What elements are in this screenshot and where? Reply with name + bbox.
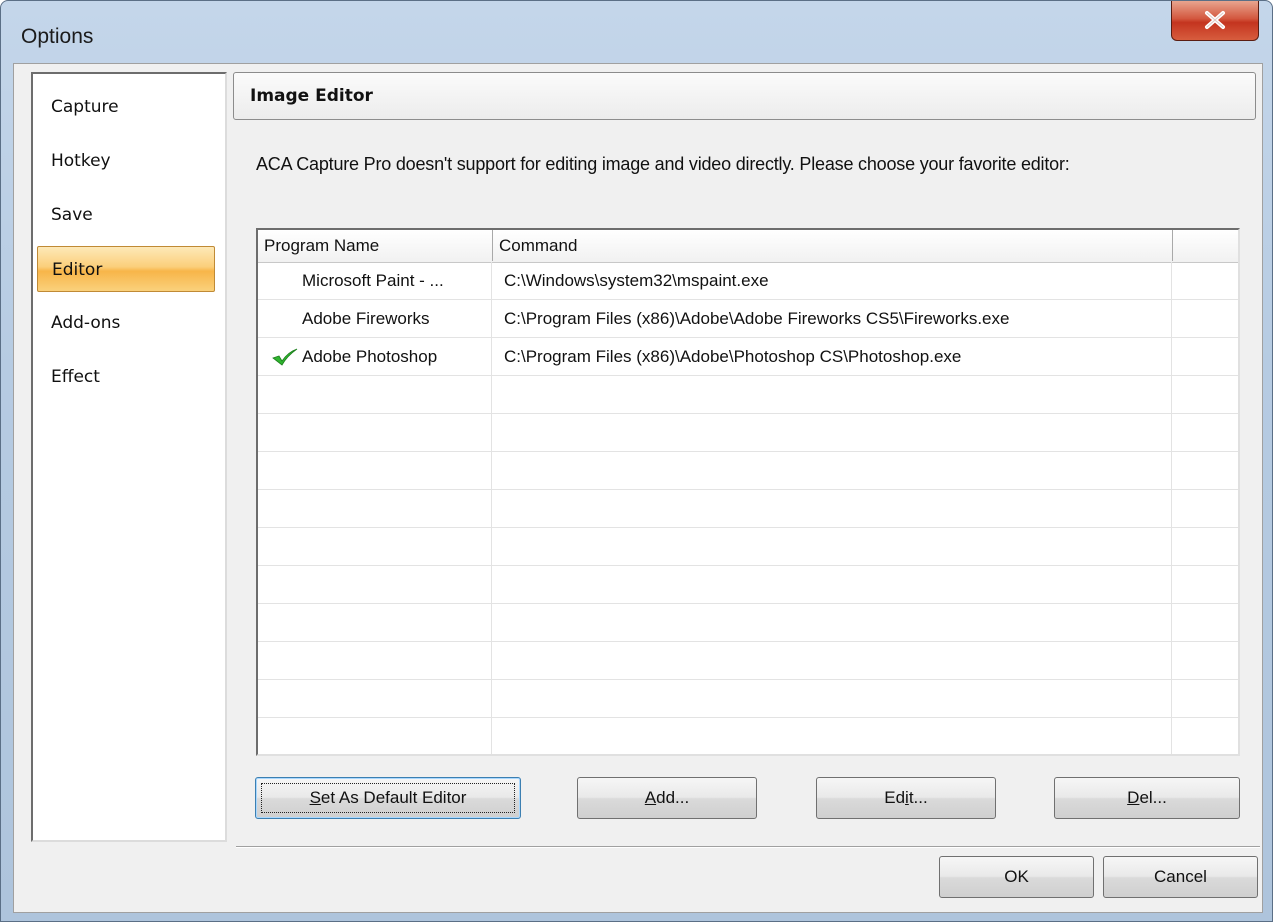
- cell-command: [492, 490, 1172, 528]
- cell-program-name: [258, 680, 492, 718]
- title-bar[interactable]: Options: [1, 1, 1272, 63]
- table-row[interactable]: [258, 642, 1238, 680]
- cell-command: [492, 642, 1172, 680]
- add-button[interactable]: Add...: [577, 777, 757, 819]
- cell-program-name: [258, 528, 492, 566]
- cell-program-name: [258, 566, 492, 604]
- cell-extra: [1172, 300, 1238, 338]
- cell-extra: [1172, 718, 1238, 754]
- cell-command: [492, 376, 1172, 414]
- cell-program-name: Adobe Fireworks: [258, 300, 492, 338]
- cell-extra: [1172, 414, 1238, 452]
- cell-extra: [1172, 642, 1238, 680]
- table-row[interactable]: [258, 680, 1238, 718]
- focus-ring: [261, 783, 515, 813]
- cell-program-name: [258, 718, 492, 754]
- sidebar-item-save[interactable]: Save: [37, 192, 215, 238]
- command-text: C:\Program Files (x86)\Adobe\Adobe Firew…: [504, 309, 1010, 328]
- cell-command: [492, 604, 1172, 642]
- table-row[interactable]: [258, 604, 1238, 642]
- panel-title: Image Editor: [250, 86, 373, 106]
- cell-extra: [1172, 680, 1238, 718]
- edit-label-pre: Ed: [884, 788, 906, 807]
- checkmark-icon: [272, 348, 298, 366]
- cell-program-name: [258, 490, 492, 528]
- cancel-button[interactable]: Cancel: [1103, 856, 1258, 898]
- cell-program-name: [258, 452, 492, 490]
- cell-extra: [1172, 566, 1238, 604]
- command-text: C:\Program Files (x86)\Adobe\Photoshop C…: [504, 347, 962, 366]
- table-row[interactable]: Microsoft Paint - ... C:\Windows\system32…: [258, 262, 1238, 300]
- program-name-text: Adobe Photoshop: [302, 347, 438, 366]
- add-label: dd...: [656, 788, 690, 807]
- cell-extra: [1172, 490, 1238, 528]
- sidebar-item-capture[interactable]: Capture: [37, 84, 215, 130]
- list-rows: Microsoft Paint - ... C:\Windows\system32…: [258, 262, 1238, 754]
- column-header-extra[interactable]: [1173, 230, 1238, 261]
- set-default-editor-button[interactable]: Set As Default Editor: [255, 777, 521, 819]
- sidebar-item-add-ons[interactable]: Add-ons: [37, 300, 215, 346]
- cell-extra: [1172, 262, 1238, 300]
- cell-command: [492, 566, 1172, 604]
- cell-extra: [1172, 376, 1238, 414]
- editor-list[interactable]: Program Name Command Microsoft Paint - .…: [256, 228, 1240, 756]
- dialog-client-area: Capture Hotkey Save Editor Add-ons Effec…: [13, 63, 1263, 913]
- cell-program-name: Adobe Photoshop: [258, 338, 492, 376]
- cell-command: [492, 452, 1172, 490]
- table-row[interactable]: Adobe Photoshop C:\Program Files (x86)\Ad…: [258, 338, 1238, 376]
- table-row[interactable]: Adobe Fireworks C:\Program Files (x86)\Ad…: [258, 300, 1238, 338]
- cell-extra: [1172, 338, 1238, 376]
- edit-button[interactable]: Edit...: [816, 777, 996, 819]
- close-icon: [1205, 11, 1225, 29]
- cell-program-name: [258, 376, 492, 414]
- table-row[interactable]: [258, 490, 1238, 528]
- panel-header: Image Editor: [233, 72, 1256, 120]
- cell-program-name: [258, 642, 492, 680]
- cell-extra: [1172, 528, 1238, 566]
- cell-program-name: Microsoft Paint - ...: [258, 262, 492, 300]
- cell-program-name: [258, 604, 492, 642]
- options-dialog: Options Capture Hotkey Save Editor Add-o…: [0, 0, 1273, 922]
- category-list: Capture Hotkey Save Editor Add-ons Effec…: [31, 72, 227, 842]
- sidebar-item-effect[interactable]: Effect: [37, 354, 215, 400]
- del-mnemonic: D: [1127, 788, 1140, 807]
- ok-button[interactable]: OK: [939, 856, 1094, 898]
- program-name-text: Microsoft Paint - ...: [302, 271, 444, 290]
- footer-separator: [236, 846, 1260, 848]
- sidebar-item-hotkey[interactable]: Hotkey: [37, 138, 215, 184]
- table-row[interactable]: [258, 566, 1238, 604]
- table-row[interactable]: [258, 452, 1238, 490]
- cell-program-name: [258, 414, 492, 452]
- cell-command: C:\Program Files (x86)\Adobe\Adobe Firew…: [492, 300, 1172, 338]
- table-row[interactable]: [258, 718, 1238, 754]
- cell-command: [492, 414, 1172, 452]
- command-text: C:\Windows\system32\mspaint.exe: [504, 271, 769, 290]
- edit-label: t...: [908, 788, 928, 807]
- list-header: Program Name Command: [258, 230, 1238, 263]
- cell-command: C:\Program Files (x86)\Adobe\Photoshop C…: [492, 338, 1172, 376]
- column-header-command[interactable]: Command: [493, 230, 1173, 261]
- program-name-text: Adobe Fireworks: [302, 309, 430, 328]
- table-row[interactable]: [258, 528, 1238, 566]
- del-button[interactable]: Del...: [1054, 777, 1240, 819]
- close-button[interactable]: [1171, 1, 1259, 41]
- cell-extra: [1172, 452, 1238, 490]
- sidebar-item-editor[interactable]: Editor: [37, 246, 215, 292]
- table-row[interactable]: [258, 376, 1238, 414]
- cell-extra: [1172, 604, 1238, 642]
- cell-command: C:\Windows\system32\mspaint.exe: [492, 262, 1172, 300]
- add-mnemonic: A: [644, 788, 657, 807]
- window-title: Options: [21, 25, 94, 48]
- cell-command: [492, 718, 1172, 754]
- column-header-program-name[interactable]: Program Name: [258, 230, 493, 261]
- del-label: el...: [1139, 788, 1167, 807]
- cell-command: [492, 680, 1172, 718]
- editor-description: ACA Capture Pro doesn't support for edit…: [256, 154, 1070, 174]
- cell-command: [492, 528, 1172, 566]
- table-row[interactable]: [258, 414, 1238, 452]
